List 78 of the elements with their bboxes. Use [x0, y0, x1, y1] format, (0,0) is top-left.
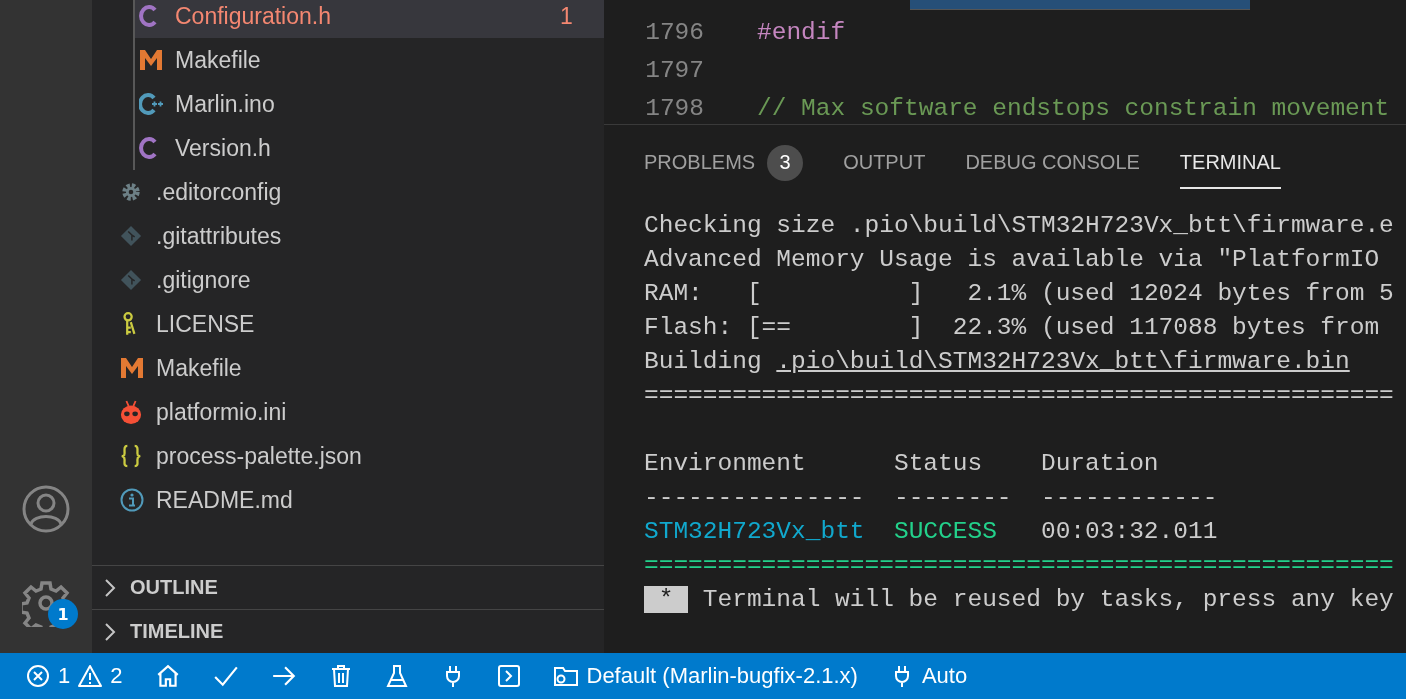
terminal-line: Advanced Memory Usage is available via "PlatformIO	[644, 245, 1380, 273]
keys-icon	[120, 311, 138, 337]
file-name: README.md	[156, 486, 294, 514]
diamond-icon	[120, 225, 142, 247]
column-header: Status	[893, 449, 984, 477]
status-cell-text: SUCCESS	[893, 517, 998, 545]
table-separator: ------------	[1040, 483, 1218, 511]
file-name: platformio.ini	[156, 398, 288, 426]
port-button[interactable]: Auto	[889, 663, 968, 689]
file-name: Configuration.h	[175, 2, 332, 30]
file-item[interactable]: .editorconfig	[92, 170, 604, 214]
terminal-line: Checking size .pio\build\STM32H723Vx_btt\firmware.e	[644, 211, 1394, 239]
m-letter-icon	[120, 357, 144, 379]
info-icon	[120, 488, 144, 512]
code-line: #endif	[757, 18, 846, 46]
account-icon[interactable]	[22, 485, 70, 533]
file-item[interactable]: LICENSE	[92, 302, 604, 346]
terminal-rule: ===================================================	[644, 381, 1394, 409]
panel-tab[interactable]: OUTPUT	[843, 136, 926, 189]
file-item[interactable]: platformio.ini	[92, 390, 604, 434]
problem-count: 1	[560, 2, 574, 30]
terminal-icon[interactable]	[496, 664, 521, 688]
gear-icon	[120, 181, 142, 203]
file-name: Makefile	[175, 46, 262, 74]
file-name: Marlin.ino	[175, 90, 276, 118]
terminal-notice: Terminal will be reused by tasks, press any key	[702, 585, 1394, 613]
notification-badge: 1	[48, 599, 78, 629]
panel-tab[interactable]: DEBUG CONSOLE	[965, 136, 1140, 189]
file-item[interactable]: Makefile	[92, 346, 604, 390]
line-number: 1798	[644, 94, 704, 122]
problems-button[interactable]: 1 2	[26, 663, 123, 689]
file-name: .gitattributes	[156, 222, 283, 250]
file-item[interactable]: Makefile	[135, 38, 604, 82]
table-separator: --------	[893, 483, 1013, 511]
c-file-icon	[139, 136, 159, 160]
cpp-file-icon	[139, 92, 165, 116]
panel-tab[interactable]: TERMINAL	[1179, 136, 1281, 189]
table-separator: ---------------	[644, 483, 866, 511]
line-number: 1796	[644, 18, 704, 46]
file-item[interactable]: Version.h	[135, 126, 604, 170]
folder-icon	[552, 664, 579, 688]
flask-icon[interactable]	[384, 664, 409, 688]
file-name: .gitignore	[156, 266, 252, 294]
file-item[interactable]: Marlin.ino	[135, 82, 604, 126]
terminal-line: Flash: [== ] 22.3% (used 117088 bytes from	[644, 313, 1380, 341]
terminal-line: Building	[644, 347, 763, 375]
panel-tab[interactable]: PROBLEMS 3	[644, 136, 804, 189]
terminal-line: RAM: [ ] 2.1% (used 12024 bytes from 5	[644, 279, 1394, 307]
file-name: .editorconfig	[156, 178, 283, 206]
diamond-icon	[120, 269, 142, 291]
column-header: Duration	[1040, 449, 1159, 477]
braces-icon	[120, 444, 142, 468]
project-environment-button[interactable]: Default (Marlin-bugfix-2.1.x)	[552, 663, 858, 689]
file-item[interactable]: .gitattributes	[92, 214, 604, 258]
file-name: Version.h	[175, 134, 272, 162]
file-name: process-palette.json	[156, 442, 363, 470]
c-file-icon	[139, 4, 159, 28]
alien-head-icon	[120, 400, 142, 424]
section-header[interactable]: OUTLINE	[92, 565, 604, 609]
line-number: 1797	[644, 56, 704, 84]
terminal-rule: ===================================================	[644, 551, 1394, 579]
error-icon	[26, 664, 50, 688]
environment-cell-text: STM32H723Vx_btt	[644, 517, 866, 545]
warning-icon	[78, 664, 103, 688]
duration-cell: 00:03:32.011	[1040, 517, 1218, 545]
chevron-icon	[104, 577, 116, 598]
m-letter-icon	[139, 49, 163, 71]
file-name: LICENSE	[156, 310, 256, 338]
file-path-link[interactable]: .pio\build\STM32H723Vx_btt\firmware.bin	[776, 347, 1350, 375]
column-header: Environment	[644, 449, 807, 477]
file-item[interactable]: .gitignore	[92, 258, 604, 302]
file-item[interactable]: process-palette.json	[92, 434, 604, 478]
chevron-icon	[104, 621, 116, 642]
code-line: // Max software endstops constrain movement	[757, 94, 1390, 122]
file-name: Makefile	[156, 354, 243, 382]
file-item[interactable]: Configuration.h 1	[135, 0, 604, 38]
file-item[interactable]: README.md	[92, 478, 604, 522]
notice-badge: *	[644, 585, 689, 613]
